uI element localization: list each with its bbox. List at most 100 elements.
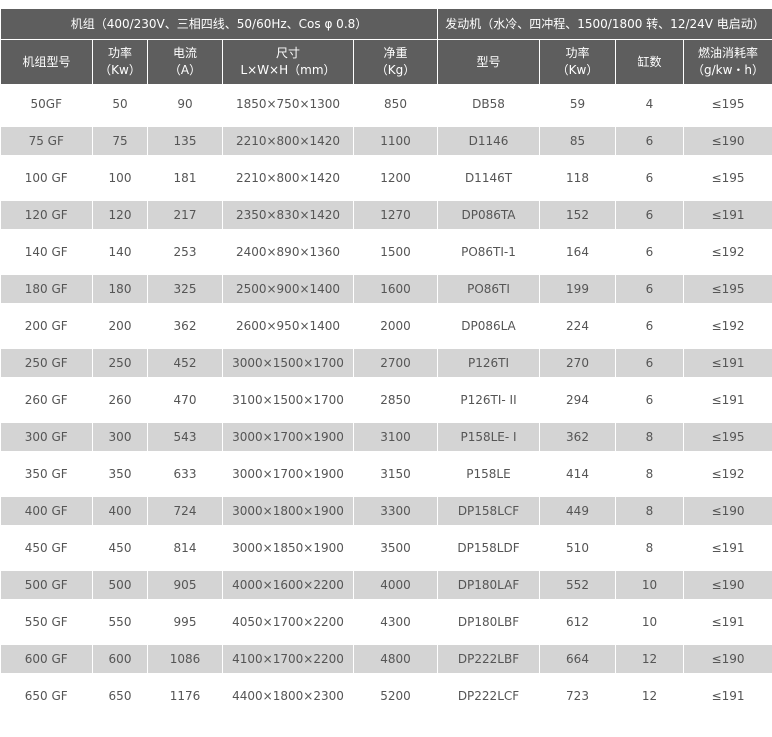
cell-genset-model: 200 GF [0,303,93,347]
cell-dimensions: 4000×1600×2200 [222,567,354,601]
column-header-label: 电流 [172,46,197,60]
table-row: 260 GF 260 470 3100×1500×1700 2850 P126TI- II… [0,377,772,421]
engine-group-header: 发动机（水冷、四冲程、1500/1800 转、12/24V 电启动） [436,8,772,40]
cell-fuel-consumption: ≤195 [683,419,772,453]
cell-net-weight: 4800 [353,641,438,675]
cell-dimensions: 2210×800×1420 [222,123,354,157]
cell-cylinders: 6 [615,123,684,157]
cell-engine-power: 85 [539,123,616,157]
column-header-label: 功率 [107,46,132,60]
cell-genset-model: 650 GF [0,673,93,715]
cell-current: 995 [147,599,223,643]
cell-current: 1176 [147,673,223,715]
cell-current: 814 [147,525,223,569]
cell-fuel-consumption: ≤191 [683,345,772,379]
cell-engine-model: PO86TI [437,271,540,305]
cell-genset-model: 50GF [0,84,93,125]
cell-current: 543 [147,419,223,453]
cell-cylinders: 6 [615,377,684,421]
cell-genset-power: 650 [92,673,148,715]
cell-current: 724 [147,493,223,527]
cell-net-weight: 3150 [353,451,438,495]
cell-net-weight: 1270 [353,197,438,231]
cell-engine-model: DP086LA [437,303,540,347]
cell-engine-power: 270 [539,345,616,379]
cell-genset-power: 180 [92,271,148,305]
column-header-engine-model: 型号 [437,39,540,85]
cell-current: 633 [147,451,223,495]
cell-engine-power: 199 [539,271,616,305]
cell-genset-model: 260 GF [0,377,93,421]
cell-fuel-consumption: ≤192 [683,451,772,495]
cell-engine-model: DP180LBF [437,599,540,643]
cell-genset-power: 50 [92,84,148,125]
column-header-label: 机组型号 [22,54,71,69]
cell-net-weight: 2000 [353,303,438,347]
cell-cylinders: 6 [615,155,684,199]
cell-dimensions: 1850×750×1300 [222,84,354,125]
cell-genset-power: 75 [92,123,148,157]
cell-fuel-consumption: ≤192 [683,303,772,347]
cell-net-weight: 1200 [353,155,438,199]
column-header-unit: （Kw） [99,63,141,77]
cell-engine-power: 164 [539,229,616,273]
cell-fuel-consumption: ≤191 [683,525,772,569]
cell-engine-model: DB58 [437,84,540,125]
table-row: 50GF 50 90 1850×750×1300 850 DB58 59 4 ≤195 [0,84,772,125]
table-row: 500 GF 500 905 4000×1600×2200 4000 DP180LAF 55… [0,567,772,601]
cell-engine-power: 552 [539,567,616,601]
table-row: 400 GF 400 724 3000×1800×1900 3300 DP158LCF 44… [0,493,772,527]
cell-engine-power: 449 [539,493,616,527]
cell-dimensions: 2400×890×1360 [222,229,354,273]
cell-genset-power: 100 [92,155,148,199]
cell-cylinders: 8 [615,493,684,527]
cell-net-weight: 1600 [353,271,438,305]
cell-engine-model: DP158LCF [437,493,540,527]
table-row: 250 GF 250 452 3000×1500×1700 2700 P126TI 270 6… [0,345,772,379]
cell-fuel-consumption: ≤190 [683,567,772,601]
column-header-genset-model: 机组型号 [0,39,93,85]
cell-current: 362 [147,303,223,347]
cell-engine-model: DP222LCF [437,673,540,715]
cell-genset-model: 140 GF [0,229,93,273]
cell-engine-model: D1146 [437,123,540,157]
column-header-unit: （g/kw・h） [692,63,765,77]
cell-genset-model: 600 GF [0,641,93,675]
cell-cylinders: 10 [615,599,684,643]
column-header-label: 燃油消耗率 [698,46,759,60]
cell-net-weight: 3100 [353,419,438,453]
column-header-label: 型号 [476,54,501,69]
cell-dimensions: 3000×1500×1700 [222,345,354,379]
column-header-cylinders: 缸数 [615,39,684,85]
cell-engine-model: P158LE [437,451,540,495]
cell-genset-model: 120 GF [0,197,93,231]
cell-genset-power: 250 [92,345,148,379]
cell-current: 452 [147,345,223,379]
cell-engine-model: P126TI [437,345,540,379]
genset-group-header: 机组（400/230V、三相四线、50/60Hz、Cos φ 0.8） [0,8,438,40]
cell-genset-power: 400 [92,493,148,527]
cell-net-weight: 5200 [353,673,438,715]
cell-fuel-consumption: ≤191 [683,197,772,231]
cell-engine-power: 612 [539,599,616,643]
column-header-unit: （Kg） [375,63,416,77]
table-row: 550 GF 550 995 4050×1700×2200 4300 DP180LBF 61… [0,599,772,643]
cell-fuel-consumption: ≤191 [683,377,772,421]
table-row: 100 GF 100 181 2210×800×1420 1200 D1146T 118 6 ≤… [0,155,772,199]
cell-dimensions: 4100×1700×2200 [222,641,354,675]
column-header-fuel-consumption: 燃油消耗率 （g/kw・h） [682,39,772,85]
cell-fuel-consumption: ≤191 [683,673,772,715]
cell-engine-model: P158LE- I [437,419,540,453]
cell-engine-power: 118 [539,155,616,199]
table-row: 600 GF 600 1086 4100×1700×2200 4800 DP222LBF 6… [0,641,772,675]
cell-genset-power: 120 [92,197,148,231]
cell-genset-power: 350 [92,451,148,495]
cell-engine-model: D1146T [437,155,540,199]
cell-engine-model: P126TI- II [437,377,540,421]
cell-cylinders: 8 [615,419,684,453]
cell-net-weight: 3500 [353,525,438,569]
table-row: 120 GF 120 217 2350×830×1420 1270 DP086TA 152 6… [0,197,772,231]
cell-current: 905 [147,567,223,601]
table-row: 650 GF 650 1176 4400×1800×2300 5200 DP222LCF 7… [0,673,772,715]
cell-engine-power: 414 [539,451,616,495]
